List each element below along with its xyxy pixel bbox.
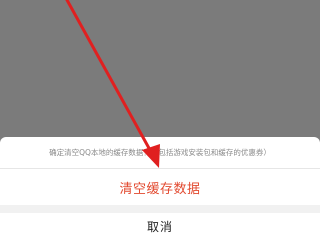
sheet-message: 确定清空QQ本地的缓存数据？（包括游戏安装包和缓存的优惠券）: [0, 137, 320, 168]
sheet-gap: [0, 205, 320, 213]
clear-cache-button[interactable]: 清空缓存数据: [0, 169, 320, 205]
clear-cache-action-sheet: 确定清空QQ本地的缓存数据？（包括游戏安装包和缓存的优惠券） 清空缓存数据 取消: [0, 0, 320, 240]
screen: 确定清空QQ本地的缓存数据？（包括游戏安装包和缓存的优惠券） 清空缓存数据 取消: [0, 0, 320, 240]
cancel-button[interactable]: 取消: [0, 213, 320, 240]
